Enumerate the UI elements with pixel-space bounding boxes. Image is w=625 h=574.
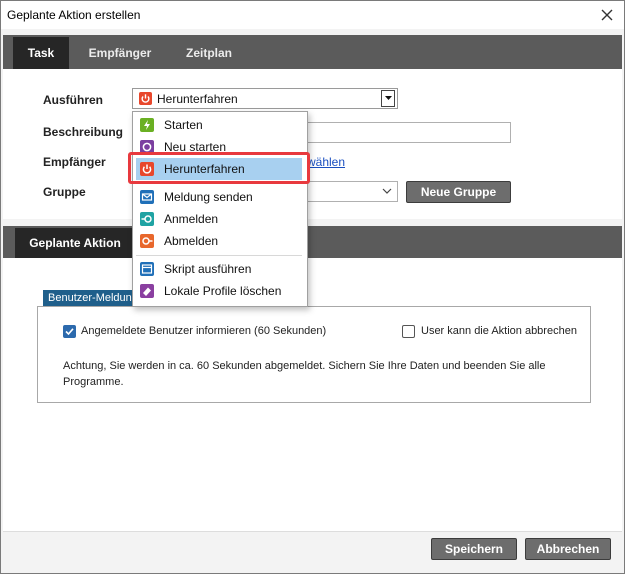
ausfuehren-dropdown-list: Starten Neu starten Herunterfahren Meldu…	[132, 111, 308, 307]
close-button[interactable]	[596, 4, 618, 26]
gruppe-label: Gruppe	[43, 185, 86, 199]
dropdown-item-meldung-senden[interactable]: Meldung senden	[136, 186, 302, 208]
power-icon	[140, 162, 154, 176]
dropdown-item-skript-ausfuehren[interactable]: Skript ausführen	[136, 258, 302, 280]
dialog-window: Geplante Aktion erstellen Task Empfänger…	[0, 0, 625, 574]
script-icon	[140, 262, 154, 276]
power-icon	[139, 92, 152, 105]
dropdown-item-herunterfahren[interactable]: Herunterfahren	[136, 158, 302, 180]
save-button[interactable]: Speichern	[431, 538, 517, 560]
tab-task[interactable]: Task	[13, 37, 69, 69]
dropdown-item-label: Abmelden	[164, 234, 219, 248]
login-icon	[140, 212, 154, 226]
window-title: Geplante Aktion erstellen	[7, 8, 141, 22]
eraser-icon	[140, 284, 154, 298]
benutzer-meldung-legend: Benutzer-Meldun	[43, 290, 137, 306]
empfaenger-label: Empfänger	[43, 155, 106, 169]
chevron-down-icon	[384, 96, 392, 100]
close-icon	[601, 9, 613, 21]
dropdown-item-label: Starten	[164, 118, 203, 132]
logout-icon	[140, 234, 154, 248]
dropdown-separator	[136, 183, 302, 184]
dropdown-item-neu-starten[interactable]: Neu starten	[136, 136, 302, 158]
warning-message: Achtung, Sie werden in ca. 60 Sekunden a…	[63, 360, 546, 388]
tab-zeitplan[interactable]: Zeitplan	[173, 37, 245, 69]
dropdown-separator	[136, 255, 302, 256]
dropdown-item-label: Neu starten	[164, 140, 227, 154]
dropdown-item-anmelden[interactable]: Anmelden	[136, 208, 302, 230]
ausfuehren-select[interactable]: Herunterfahren	[132, 88, 398, 109]
cancel-button[interactable]: Abbrechen	[525, 538, 611, 560]
chevron-down-icon	[382, 188, 392, 194]
notify-users-label: Angemeldete Benutzer informieren (60 Sek…	[81, 325, 327, 337]
dropdown-item-lokale-profile-loeschen[interactable]: Lokale Profile löschen	[136, 280, 302, 302]
dropdown-item-label: Lokale Profile löschen	[164, 284, 282, 298]
dropdown-item-label: Herunterfahren	[164, 162, 245, 176]
combo-dropdown-button[interactable]	[381, 90, 395, 107]
tab-empfaenger[interactable]: Empfänger	[77, 37, 163, 69]
section-title: Geplante Aktion	[15, 228, 135, 258]
user-can-cancel-label: User kann die Aktion abbrechen	[421, 325, 577, 337]
checkmark-icon	[65, 328, 74, 336]
user-can-cancel-checkbox[interactable]	[402, 325, 415, 338]
message-icon	[140, 190, 154, 204]
dropdown-item-label: Skript ausführen	[164, 262, 252, 276]
notify-users-checkbox[interactable]	[63, 325, 76, 338]
dropdown-item-abmelden[interactable]: Abmelden	[136, 230, 302, 252]
title-bar: Geplante Aktion erstellen	[1, 1, 624, 29]
ausfuehren-label: Ausführen	[43, 93, 103, 107]
neue-gruppe-button[interactable]: Neue Gruppe	[406, 181, 511, 203]
beschreibung-input[interactable]	[306, 122, 511, 143]
dropdown-item-label: Anmelden	[164, 212, 219, 226]
restart-icon	[140, 140, 154, 154]
start-icon	[140, 118, 154, 132]
dropdown-item-starten[interactable]: Starten	[136, 114, 302, 136]
dropdown-item-label: Meldung senden	[164, 190, 253, 204]
ausfuehren-value: Herunterfahren	[157, 92, 238, 106]
beschreibung-label: Beschreibung	[43, 125, 124, 139]
gruppe-select[interactable]	[306, 181, 398, 202]
empfaenger-select-link[interactable]: wählen	[307, 155, 345, 169]
